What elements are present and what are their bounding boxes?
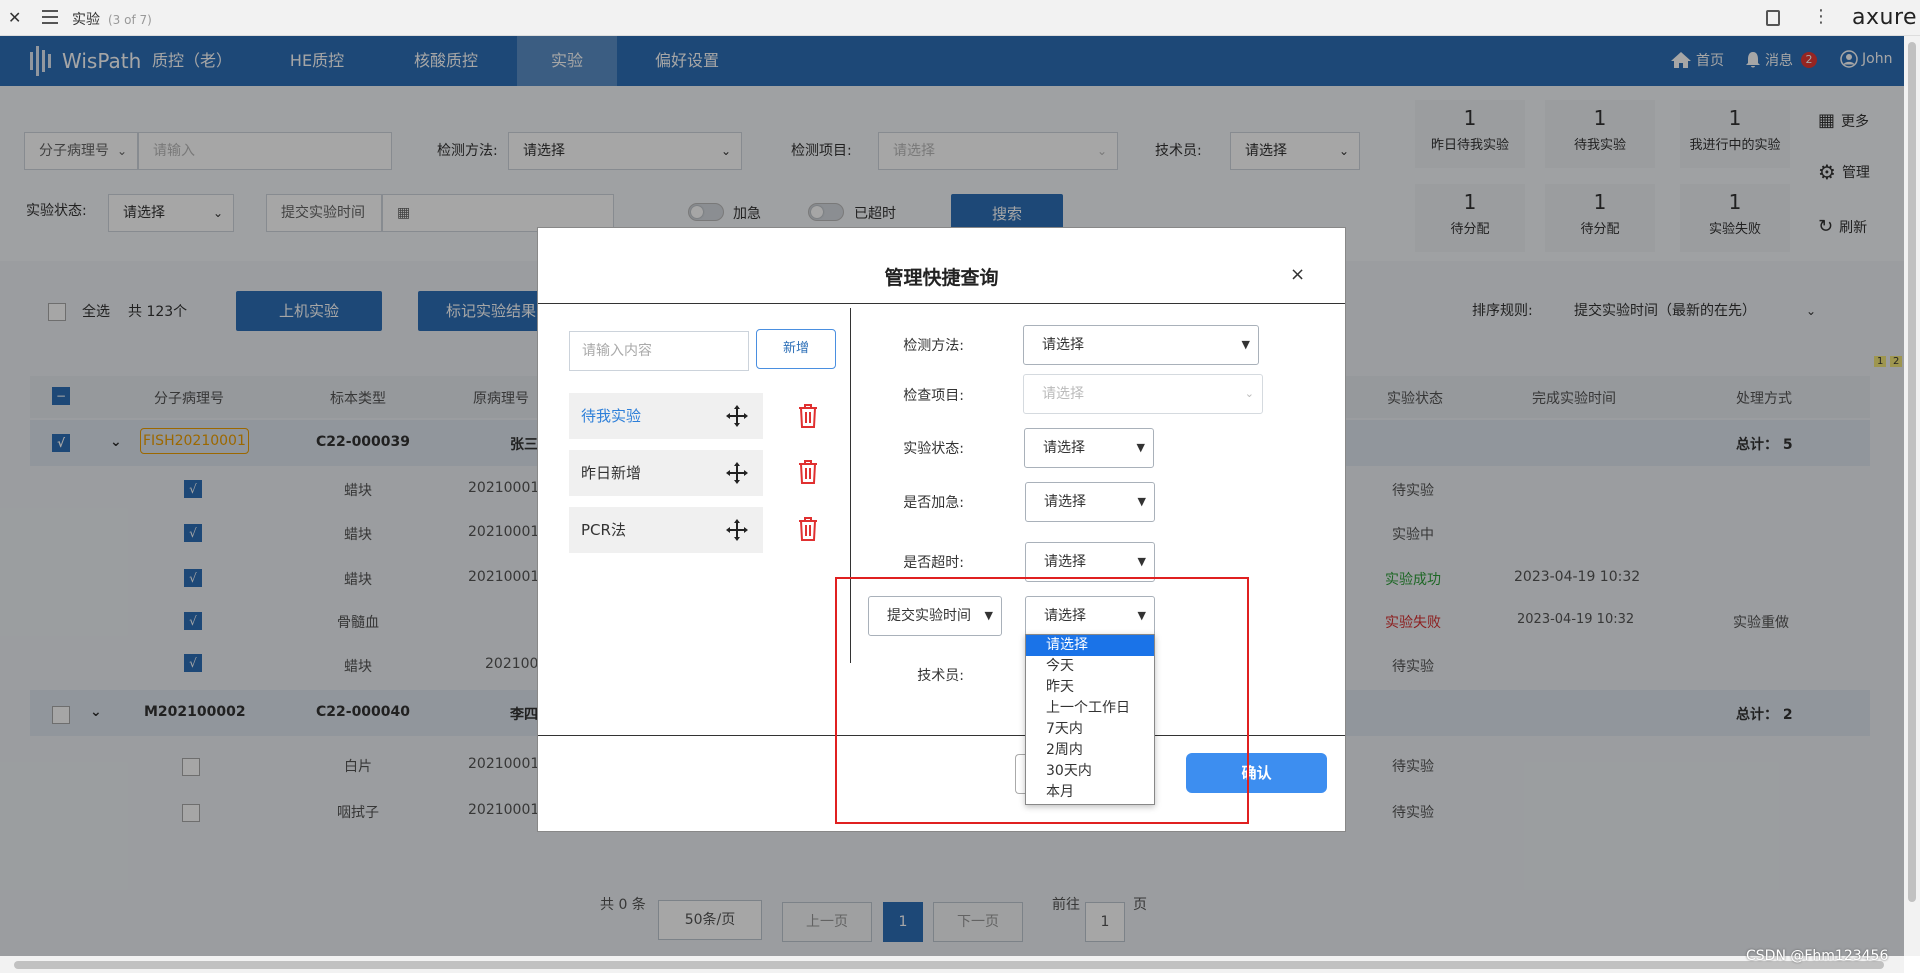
urgent-value: 请选择: [1044, 494, 1086, 510]
highlight-annotation-box: [835, 577, 1249, 824]
method-label: 检测方法:: [903, 338, 964, 354]
close-icon[interactable]: ✕: [8, 8, 21, 27]
item-label: 检查项目:: [903, 388, 964, 404]
horizontal-scrollbar[interactable]: [0, 956, 1904, 973]
status-label: 实验状态:: [903, 441, 964, 457]
trash-icon[interactable]: [797, 403, 819, 429]
menu-icon[interactable]: [42, 10, 58, 24]
axure-logo: axure: [1852, 5, 1918, 30]
overtime-label: 是否超时:: [903, 555, 964, 571]
method-select[interactable]: 请选择 ▼: [1023, 325, 1259, 365]
query-item-label: 昨日新增: [581, 464, 642, 482]
modal-title: 管理快捷查询: [884, 267, 999, 289]
notes-icon[interactable]: [1766, 10, 1780, 26]
chevron-down-icon: ▼: [1136, 441, 1145, 454]
watermark: CSDN @Fhm123456: [1746, 948, 1889, 964]
divider: [538, 303, 1345, 304]
more-vertical-icon[interactable]: ⋮: [1812, 6, 1830, 27]
trash-icon[interactable]: [797, 516, 819, 542]
move-icon[interactable]: [725, 518, 749, 542]
query-name-input[interactable]: 请输入内容: [569, 331, 749, 371]
chevron-down-icon: ▼: [1241, 338, 1250, 351]
overtime-select[interactable]: 请选择 ▼: [1025, 542, 1155, 582]
move-icon[interactable]: [725, 461, 749, 485]
item-value: 请选择: [1042, 386, 1084, 402]
overtime-value: 请选择: [1044, 554, 1086, 570]
query-item-label: 待我实验: [581, 407, 642, 425]
item-select[interactable]: 请选择 ⌄: [1023, 374, 1263, 414]
method-value: 请选择: [1042, 337, 1084, 353]
scroll-thumb[interactable]: [14, 961, 1884, 969]
vertical-scrollbar[interactable]: [1904, 36, 1920, 956]
status-value: 请选择: [1043, 440, 1085, 456]
add-button[interactable]: 新增: [756, 329, 836, 369]
axure-toolbar: ✕ 实验 (3 of 7) ⋮ axure: [0, 0, 1920, 36]
query-item[interactable]: PCR法: [569, 507, 763, 553]
query-item[interactable]: 昨日新增: [569, 450, 763, 496]
move-icon[interactable]: [725, 404, 749, 428]
status-select[interactable]: 请选择 ▼: [1024, 428, 1154, 468]
chevron-down-icon: ⌄: [1244, 387, 1254, 400]
urgent-select[interactable]: 请选择 ▼: [1025, 482, 1155, 522]
close-icon[interactable]: ×: [1290, 264, 1305, 285]
chevron-down-icon: ▼: [1137, 555, 1146, 568]
query-item-label: PCR法: [581, 521, 626, 539]
query-item[interactable]: 待我实验: [569, 393, 763, 439]
urgent-label: 是否加急:: [903, 495, 964, 511]
chevron-down-icon: ▼: [1137, 495, 1146, 508]
trash-icon[interactable]: [797, 459, 819, 485]
page-title: 实验 (3 of 7): [72, 12, 152, 28]
page-count: (3 of 7): [108, 13, 152, 27]
scroll-thumb[interactable]: [1908, 42, 1916, 902]
